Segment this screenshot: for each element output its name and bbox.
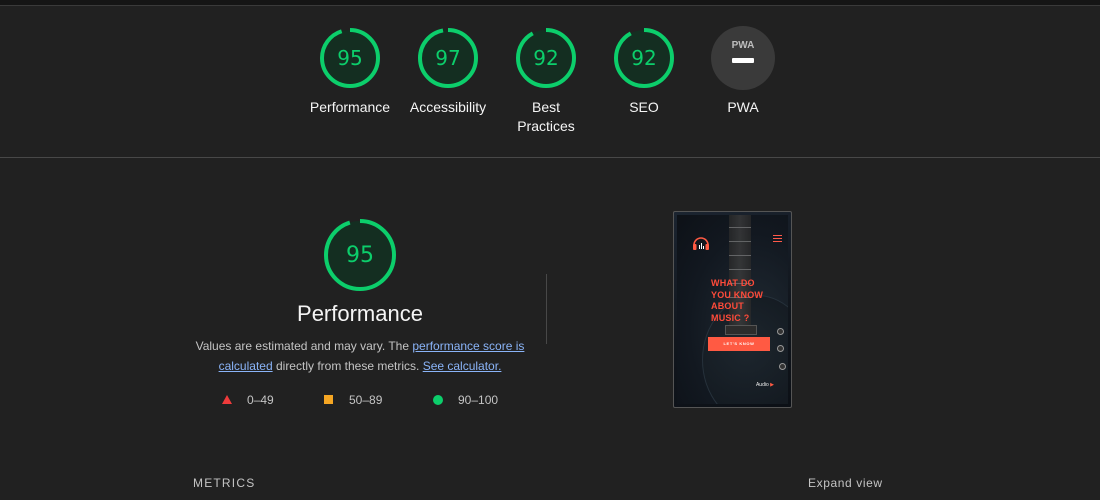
- score-ring: 95: [320, 28, 380, 88]
- play-icon: ▶: [770, 382, 774, 388]
- see-calculator-link[interactable]: See calculator.: [423, 359, 502, 373]
- knob-graphic: [777, 328, 784, 335]
- audio-label: Audio: [755, 382, 769, 388]
- knob-graphic: [777, 345, 784, 352]
- pwa-badge-text: PWA: [732, 40, 755, 51]
- hero-line: ABOUT: [711, 301, 744, 311]
- performance-title: Performance: [297, 301, 423, 326]
- final-screenshot-thumbnail[interactable]: WHAT DO YOU KNOW ABOUT MUSIC ? LET'S KNO…: [673, 211, 792, 408]
- gauge-performance[interactable]: 95 Performance: [300, 26, 400, 117]
- legend-range: 0–49: [247, 393, 274, 407]
- hero-button: LET'S KNOW: [708, 337, 770, 351]
- vertical-separator: [546, 274, 547, 344]
- gauge-best-practices[interactable]: 92 Best Practices: [496, 26, 596, 136]
- category-scores: 95 Performance 97 Accessibility 92 Best …: [0, 26, 1100, 146]
- gauge-label: SEO: [629, 99, 659, 115]
- score-value: 92: [631, 46, 656, 70]
- score-ring: 97: [418, 28, 478, 88]
- hero-line: WHAT DO: [711, 278, 755, 288]
- performance-score-gauge: 95: [324, 219, 396, 291]
- gauge-seo[interactable]: 92 SEO: [594, 26, 694, 117]
- triangle-icon: [222, 395, 232, 404]
- legend-range: 90–100: [458, 393, 499, 407]
- gauge-label: Best Practices: [517, 99, 575, 134]
- pickup-graphic: [725, 325, 757, 335]
- pwa-badge-icon: PWA: [711, 26, 775, 90]
- score-value: 95: [337, 46, 362, 70]
- hero-line: MUSIC ?: [711, 312, 750, 323]
- performance-description: Values are estimated and may vary. The p…: [190, 336, 530, 376]
- description-text: directly from these metrics.: [272, 359, 423, 373]
- score-value: 97: [435, 46, 460, 70]
- description-text: Values are estimated and may vary. The: [195, 339, 413, 353]
- gauge-pwa[interactable]: PWA PWA: [693, 26, 793, 117]
- screenshot-image: WHAT DO YOU KNOW ABOUT MUSIC ? LET'S KNO…: [677, 215, 788, 404]
- top-border: [0, 0, 1100, 6]
- knob-graphic: [779, 363, 786, 370]
- score-value: 92: [533, 46, 558, 70]
- hero-heading: WHAT DO YOU KNOW ABOUT MUSIC ?: [711, 278, 781, 324]
- score-ring: 92: [614, 28, 674, 88]
- circle-icon: [433, 395, 443, 405]
- expand-view-button[interactable]: Expand view: [808, 476, 883, 490]
- performance-score-value: 95: [346, 243, 374, 268]
- headphones-logo-icon: [693, 237, 709, 250]
- gauge-accessibility[interactable]: 97 Accessibility: [398, 26, 498, 117]
- gauge-label: Accessibility: [409, 99, 487, 115]
- square-icon: [324, 395, 333, 404]
- audio-tag: Audio ▶: [756, 382, 774, 388]
- legend-range: 50–89: [349, 393, 383, 407]
- menu-icon: [773, 235, 782, 244]
- metrics-heading: METRICS: [193, 476, 256, 490]
- score-ring: 92: [516, 28, 576, 88]
- section-divider: [0, 157, 1100, 158]
- gauge-label: PWA: [727, 99, 759, 115]
- gauge-label: Performance: [309, 99, 391, 115]
- hero-line: YOU KNOW: [711, 289, 764, 300]
